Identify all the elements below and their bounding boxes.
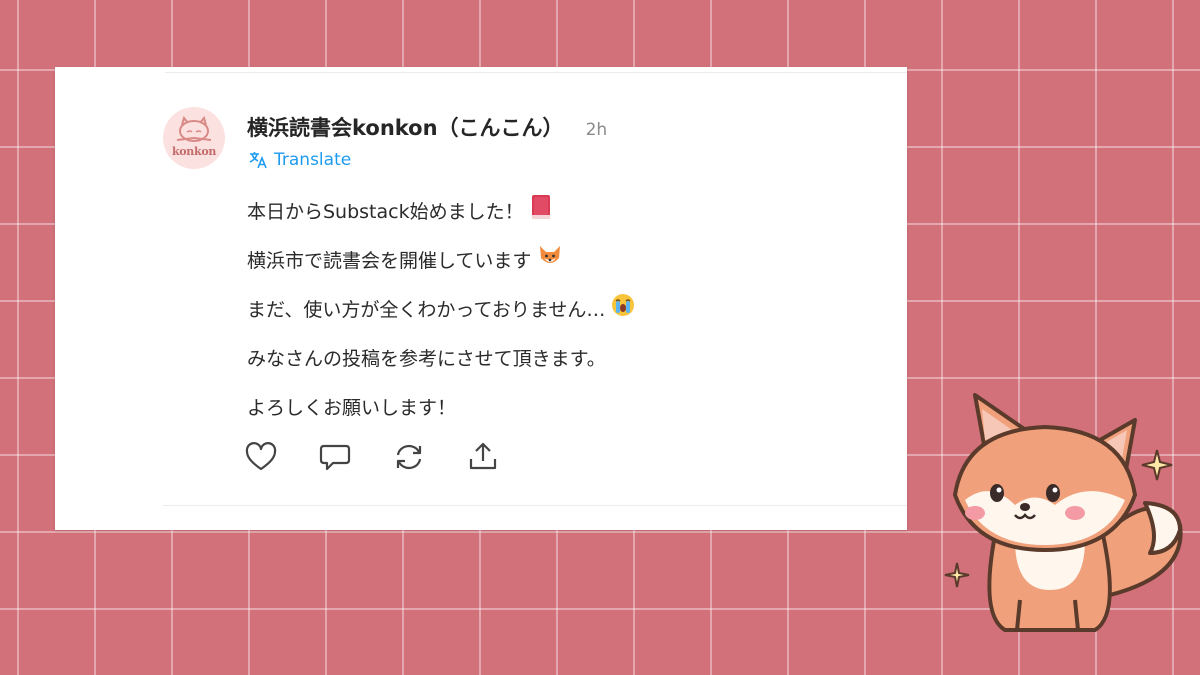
- translate-link[interactable]: Translate: [248, 150, 351, 170]
- restack-icon: [396, 444, 422, 470]
- post-actions: [245, 440, 541, 474]
- restack-button[interactable]: [393, 440, 467, 474]
- cat-book-logo-icon: [176, 115, 212, 142]
- post-line: 横浜市で読書会を開催しています: [247, 236, 867, 285]
- post-header: 横浜読書会konkon（こんこん） 2h: [247, 112, 607, 142]
- post-line-text: みなさんの投稿を参考にさせて頂きます。: [247, 347, 606, 370]
- divider-bottom: [163, 505, 907, 506]
- post-line: まだ、使い方が全くわかっておりません…: [247, 285, 867, 334]
- translate-icon: [249, 152, 267, 169]
- closed-book-emoji-icon: [530, 194, 552, 230]
- fox-face-emoji-icon: [537, 244, 563, 278]
- crying-face-emoji-icon: [611, 293, 635, 327]
- post-body: 本日からSubstack始めました！ 横浜市で読書会を開催しています まだ、使い…: [247, 187, 867, 432]
- share-icon: [469, 442, 497, 470]
- post-line: みなさんの投稿を参考にさせて頂きます。: [247, 334, 867, 383]
- heart-icon: [245, 442, 277, 471]
- timestamp[interactable]: 2h: [586, 120, 608, 140]
- post-line-text: 横浜市で読書会を開催しています: [247, 249, 532, 272]
- avatar[interactable]: konkon: [163, 107, 225, 169]
- divider-top: [165, 72, 907, 73]
- post-line-text: 本日からSubstack始めました！: [247, 200, 524, 223]
- comment-button[interactable]: [319, 440, 393, 474]
- post-line: 本日からSubstack始めました！: [247, 187, 867, 236]
- like-button[interactable]: [245, 440, 319, 474]
- comment-icon: [319, 444, 351, 471]
- fox-sticker-icon: [944, 393, 1183, 632]
- post-line-text: まだ、使い方が全くわかっておりません…: [247, 298, 606, 321]
- post-card: konkon 横浜読書会konkon（こんこん） 2h Translate 本日か…: [55, 67, 907, 530]
- post-line: よろしくお願いします！: [247, 383, 867, 432]
- author-name[interactable]: 横浜読書会konkon（こんこん）: [247, 116, 564, 140]
- share-button[interactable]: [467, 440, 541, 474]
- translate-label: Translate: [274, 150, 352, 170]
- post-line-text: よろしくお願いします！: [247, 396, 457, 419]
- avatar-logo-text: konkon: [171, 145, 217, 158]
